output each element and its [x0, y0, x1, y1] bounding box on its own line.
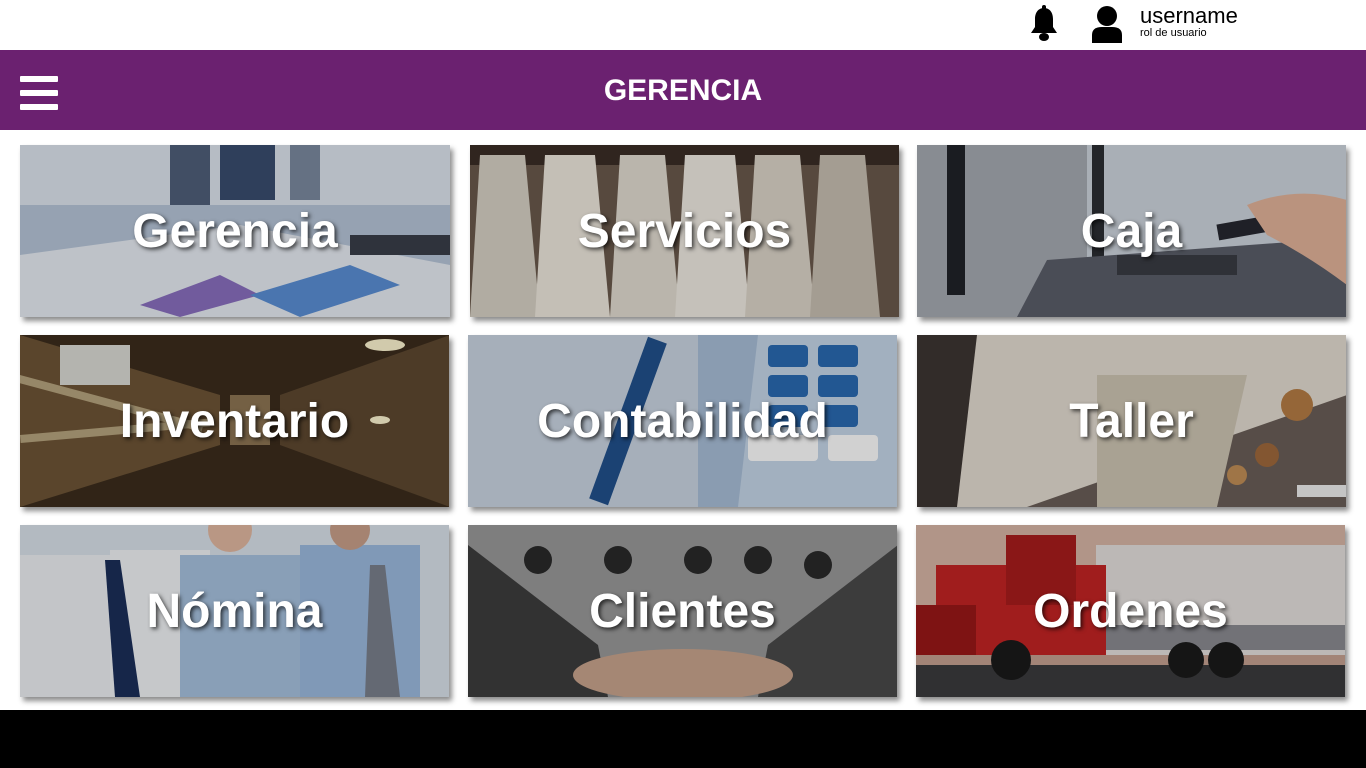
tile-nomina[interactable]: Nómina — [20, 525, 449, 697]
tile-inventario[interactable]: Inventario — [20, 335, 449, 507]
user-role: rol de usuario — [1140, 27, 1207, 39]
page-title: GERENCIA — [603, 74, 763, 107]
tile-gerencia[interactable]: Gerencia — [20, 145, 450, 317]
tile-clientes[interactable]: Clientes — [468, 525, 897, 697]
tile-ordenes[interactable]: Ordenes — [916, 525, 1345, 697]
header-bar: GERENCIA — [0, 50, 1366, 130]
user-icon[interactable] — [1090, 5, 1124, 43]
tile-ordenes-label: Ordenes — [1033, 584, 1228, 638]
app-window: username rol de usuario GERENCIA Gerenci… — [0, 0, 1366, 710]
tile-gerencia-label: Gerencia — [132, 204, 338, 258]
tile-inventario-label: Inventario — [119, 394, 350, 448]
tile-taller[interactable]: Taller — [917, 335, 1346, 507]
tile-taller-label: Taller — [1069, 394, 1194, 448]
hamburger-menu-icon[interactable] — [20, 76, 58, 110]
bell-icon[interactable] — [1028, 5, 1060, 43]
tile-servicios[interactable]: Servicios — [470, 145, 899, 317]
tile-contabilidad[interactable]: Contabilidad — [468, 335, 897, 507]
username[interactable]: username — [1140, 4, 1238, 28]
top-bar: username rol de usuario — [0, 0, 1366, 50]
tile-contabilidad-label: Contabilidad — [537, 394, 828, 448]
tile-caja[interactable]: Caja — [917, 145, 1346, 317]
tile-servicios-label: Servicios — [577, 204, 792, 258]
tile-clientes-label: Clientes — [589, 584, 776, 638]
tile-caja-label: Caja — [1080, 204, 1183, 258]
tile-nomina-label: Nómina — [146, 584, 323, 638]
